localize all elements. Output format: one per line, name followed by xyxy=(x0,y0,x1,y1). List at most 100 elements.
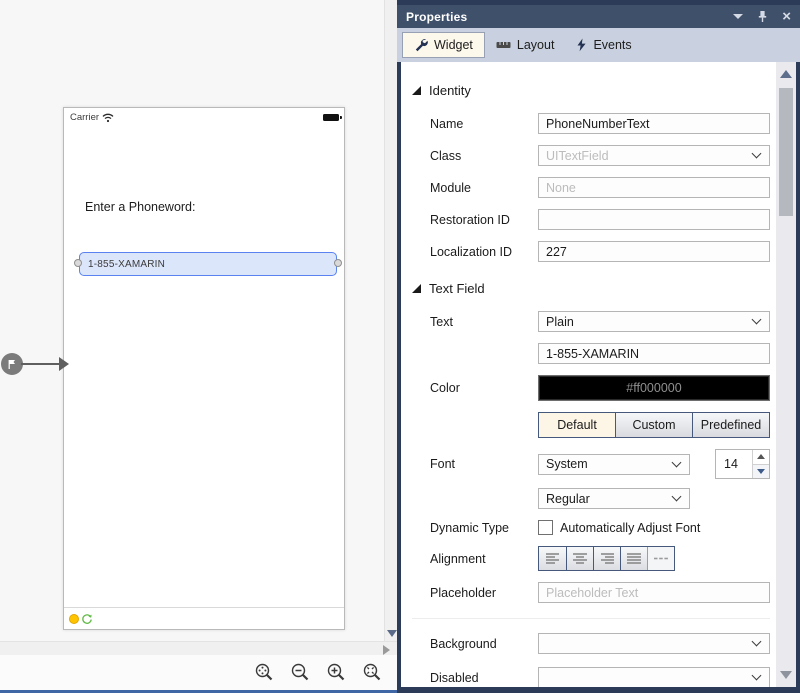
window-menu-icon[interactable] xyxy=(733,14,743,19)
align-center-button[interactable] xyxy=(566,547,593,570)
row-text-type: Text Plain xyxy=(430,311,770,332)
zoom-in-button[interactable] xyxy=(326,662,347,683)
color-label: Color xyxy=(430,381,538,395)
view-controller-canvas[interactable]: Carrier Enter a Phoneword: 1-855-XAMARIN xyxy=(63,107,345,630)
storyboard-entry-point[interactable] xyxy=(1,353,23,375)
module-input[interactable] xyxy=(538,177,770,198)
chevron-down-icon xyxy=(752,671,762,681)
warning-icon[interactable] xyxy=(69,614,79,624)
ios-status-bar: Carrier xyxy=(64,108,344,124)
collapse-triangle-icon xyxy=(412,284,421,293)
row-color: Color #ff000000 xyxy=(430,375,770,401)
entry-arrow-head xyxy=(59,357,69,371)
phoneword-label[interactable]: Enter a Phoneword: xyxy=(85,200,196,214)
row-background: Background xyxy=(430,633,770,654)
tab-widget[interactable]: Widget xyxy=(402,32,485,58)
phone-number-textfield[interactable]: 1-855-XAMARIN xyxy=(79,252,337,276)
color-predefined-button[interactable]: Predefined xyxy=(692,413,769,437)
font-label: Font xyxy=(430,457,538,471)
scroll-down-icon[interactable] xyxy=(780,671,792,679)
tab-widget-label: Widget xyxy=(434,38,473,52)
row-text-value xyxy=(430,343,770,364)
properties-tabstrip: Widget Layout Events xyxy=(397,28,800,62)
selection-handle-right[interactable] xyxy=(334,259,342,267)
selection-handle-left[interactable] xyxy=(74,259,82,267)
row-font-weight: Regular xyxy=(430,488,770,509)
close-icon[interactable]: × xyxy=(782,9,791,24)
disabled-label: Disabled xyxy=(430,671,538,685)
design-surface[interactable]: Carrier Enter a Phoneword: 1-855-XAMARIN xyxy=(0,0,384,641)
placeholder-input[interactable] xyxy=(538,582,770,603)
row-class: Class UITextField xyxy=(430,145,770,166)
chevron-down-icon xyxy=(672,492,682,502)
zoom-fit-button[interactable] xyxy=(362,662,383,683)
properties-titlebar[interactable]: Properties × xyxy=(397,5,800,28)
carrier-label: Carrier xyxy=(70,112,99,123)
xamarin-ios-designer: Carrier Enter a Phoneword: 1-855-XAMARIN xyxy=(0,0,800,693)
refresh-icon[interactable] xyxy=(81,613,93,625)
restoration-id-input[interactable] xyxy=(538,209,770,230)
auto-adjust-font-checkbox[interactable] xyxy=(538,520,553,535)
font-size-value[interactable]: 14 xyxy=(716,450,752,478)
localization-id-input[interactable] xyxy=(538,241,770,262)
color-default-button[interactable]: Default xyxy=(539,413,615,437)
scroll-down-icon[interactable] xyxy=(387,630,397,637)
textfield-value: 1-855-XAMARIN xyxy=(80,259,165,270)
color-custom-button[interactable]: Custom xyxy=(615,413,692,437)
tab-events[interactable]: Events xyxy=(565,33,642,57)
arrow-up-icon xyxy=(757,454,765,459)
disabled-select[interactable] xyxy=(538,667,770,687)
zoom-out-button[interactable] xyxy=(290,662,311,683)
lightning-icon xyxy=(576,38,587,52)
zoom-actual-size-button[interactable] xyxy=(254,662,275,683)
dynamic-type-label: Dynamic Type xyxy=(430,521,538,535)
align-natural-icon xyxy=(653,552,669,565)
scroll-right-icon[interactable] xyxy=(383,645,390,655)
align-natural-button[interactable] xyxy=(647,547,674,570)
row-dynamic-type: Dynamic Type Automatically Adjust Font xyxy=(430,520,770,535)
align-left-button[interactable] xyxy=(539,547,566,570)
canvas-vertical-scrollbar[interactable] xyxy=(384,0,397,641)
text-label: Text xyxy=(430,315,538,329)
row-font: Font System 14 xyxy=(430,449,770,479)
stepper-down-button[interactable] xyxy=(753,464,769,479)
row-name: Name xyxy=(430,113,770,134)
background-label: Background xyxy=(430,637,538,651)
name-input[interactable] xyxy=(538,113,770,134)
color-hex-value: #ff000000 xyxy=(626,381,681,395)
alignment-label: Alignment xyxy=(430,552,538,566)
properties-content: Identity Name Class UITextField Module xyxy=(401,62,796,687)
localization-id-label: Localization ID xyxy=(430,245,538,259)
tab-layout[interactable]: Layout xyxy=(485,33,566,57)
alignment-buttons xyxy=(538,546,675,571)
text-value-input[interactable] xyxy=(538,343,770,364)
row-placeholder: Placeholder xyxy=(430,582,770,603)
chevron-down-icon xyxy=(752,149,762,159)
module-label: Module xyxy=(430,181,538,195)
row-alignment: Alignment xyxy=(430,546,770,571)
section-text-field[interactable]: Text Field xyxy=(412,281,770,296)
properties-scrollbar[interactable] xyxy=(776,62,796,687)
text-type-select[interactable]: Plain xyxy=(538,311,770,332)
font-family-select[interactable]: System xyxy=(538,454,690,475)
align-justify-button[interactable] xyxy=(620,547,647,570)
properties-panel: Properties × Widget xyxy=(397,0,800,693)
stepper-up-button[interactable] xyxy=(753,450,769,464)
pin-icon[interactable] xyxy=(757,10,768,23)
scroll-up-icon[interactable] xyxy=(780,70,792,78)
font-weight-select[interactable]: Regular xyxy=(538,488,690,509)
background-select[interactable] xyxy=(538,633,770,654)
align-left-icon xyxy=(545,552,561,565)
row-disabled: Disabled xyxy=(430,667,770,687)
tab-events-label: Events xyxy=(593,38,631,52)
arrow-down-icon xyxy=(757,469,765,474)
chevron-down-icon xyxy=(752,637,762,647)
section-identity[interactable]: Identity xyxy=(412,83,770,98)
class-select[interactable]: UITextField xyxy=(538,145,770,166)
canvas-horizontal-scrollbar[interactable] xyxy=(0,641,397,655)
panel-title: Properties xyxy=(406,10,467,24)
scrollbar-thumb[interactable] xyxy=(779,88,793,216)
align-right-button[interactable] xyxy=(593,547,620,570)
align-justify-icon xyxy=(626,552,642,565)
color-swatch[interactable]: #ff000000 xyxy=(538,375,770,401)
